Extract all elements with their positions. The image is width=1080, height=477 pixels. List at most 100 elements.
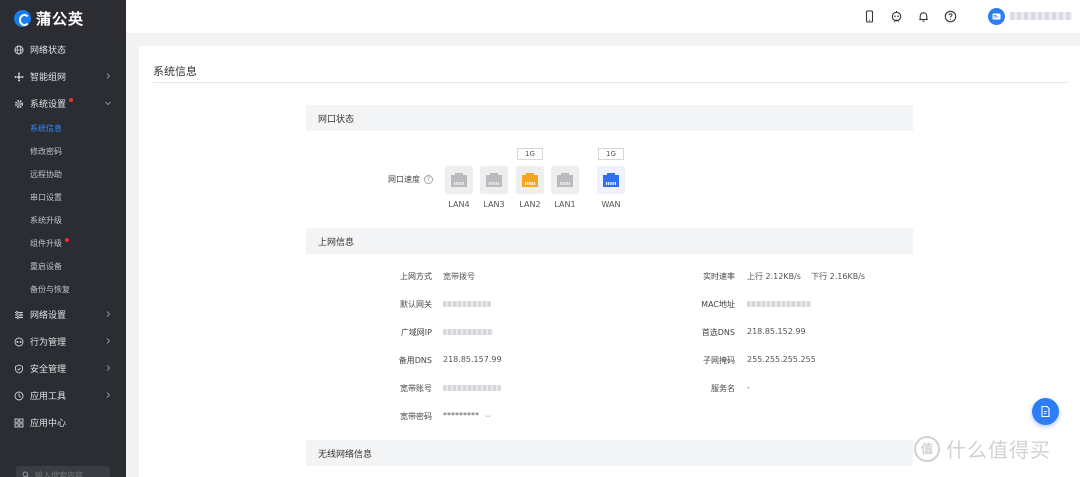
sidebar-item-network-settings[interactable]: 网络设置 bbox=[0, 301, 126, 328]
field-label-mac-address: MAC地址 bbox=[701, 300, 735, 309]
port-lan2[interactable] bbox=[516, 166, 544, 194]
field-value-primary-dns: 218.85.152.99 bbox=[747, 327, 806, 336]
sidebar-item-label: 行为管理 bbox=[30, 338, 67, 348]
port-name-lan4: LAN4 bbox=[448, 200, 470, 209]
sidebar-item-network-status[interactable]: 网络状态 bbox=[0, 36, 126, 63]
port-wan[interactable] bbox=[597, 166, 625, 194]
mobile-icon[interactable] bbox=[862, 9, 876, 23]
field-value-broadband-password: ********* •• bbox=[443, 411, 491, 420]
brand-name: 蒲公英 bbox=[36, 9, 85, 28]
title-divider bbox=[153, 82, 1067, 83]
chevron-down-icon bbox=[104, 99, 112, 107]
field-label-service-name: 服务名 bbox=[711, 384, 735, 393]
watermark-text: 什么值得买 bbox=[946, 438, 1051, 462]
sidebar-item-security-management[interactable]: 安全管理 bbox=[0, 355, 126, 382]
port-name-lan1: LAN1 bbox=[554, 200, 576, 209]
port-lan1[interactable] bbox=[551, 166, 579, 194]
shield-icon bbox=[14, 364, 24, 374]
field-value-connection-type: 宽带拨号 bbox=[443, 272, 475, 281]
sliders-icon bbox=[14, 310, 24, 320]
ethernet-port-icon bbox=[557, 173, 573, 187]
port-speed-badge-wan: 1G bbox=[598, 148, 624, 160]
field-value-mac-address bbox=[747, 299, 811, 308]
system-settings-submenu: 系统信息 修改密码 远程协助 串口设置 系统升级 组件升级 重启设备 备份与恢复 bbox=[0, 117, 126, 301]
bell-icon[interactable] bbox=[916, 9, 930, 23]
field-label-broadband-account: 宽带账号 bbox=[400, 384, 432, 393]
port-name-lan3: LAN3 bbox=[483, 200, 505, 209]
sidebar-item-label: 安全管理 bbox=[30, 365, 67, 375]
network-icon bbox=[14, 72, 24, 82]
help-circle-icon[interactable]: ? bbox=[424, 175, 433, 184]
masked-password: ********* bbox=[443, 411, 479, 420]
field-label-secondary-dns: 备用DNS bbox=[398, 356, 432, 365]
field-label-subnet-mask: 子网掩码 bbox=[703, 356, 735, 365]
redacted-value bbox=[747, 300, 811, 307]
sidebar-item-label: 网络设置 bbox=[30, 311, 67, 321]
top-bar bbox=[126, 0, 1080, 33]
robot-icon[interactable] bbox=[889, 9, 903, 23]
field-label-default-gateway: 默认网关 bbox=[400, 300, 432, 309]
sidebar-item-behavior-management[interactable]: 行为管理 bbox=[0, 328, 126, 355]
field-value-secondary-dns: 218.85.157.99 bbox=[443, 355, 502, 364]
ethernet-port-icon bbox=[451, 173, 467, 187]
field-value-subnet-mask: 255.255.255.255 bbox=[747, 355, 816, 364]
sidebar-search[interactable] bbox=[16, 466, 110, 477]
chevron-right-icon bbox=[104, 364, 112, 372]
port-lan3[interactable] bbox=[480, 166, 508, 194]
ethernet-port-active-icon bbox=[522, 173, 538, 187]
show-password-toggle[interactable]: •• bbox=[485, 414, 491, 420]
notification-dot bbox=[65, 237, 69, 242]
submenu-item-system-info[interactable]: 系统信息 bbox=[0, 117, 126, 140]
field-value-service-name: - bbox=[747, 383, 750, 392]
apps-grid-icon bbox=[14, 418, 24, 428]
submenu-item-serial-settings[interactable]: 串口设置 bbox=[0, 186, 126, 209]
notification-dot bbox=[69, 97, 74, 102]
submenu-item-backup-restore[interactable]: 备份与恢复 bbox=[0, 278, 126, 301]
brand-logo[interactable]: 蒲公英 bbox=[0, 0, 126, 36]
sidebar-item-app-center[interactable]: 应用中心 bbox=[0, 409, 126, 436]
submenu-item-change-password[interactable]: 修改密码 bbox=[0, 140, 126, 163]
sidebar-search-input[interactable] bbox=[35, 470, 105, 477]
port-speed-label-text: 网口速度 bbox=[388, 175, 420, 184]
submenu-item-system-upgrade[interactable]: 系统升级 bbox=[0, 209, 126, 232]
chevron-right-icon bbox=[104, 72, 112, 80]
field-value-broadband-account bbox=[443, 383, 501, 392]
chevron-right-icon bbox=[104, 310, 112, 318]
sidebar-item-smart-network[interactable]: 智能组网 bbox=[0, 63, 126, 90]
field-value-wan-ip bbox=[443, 327, 493, 336]
section-header-internet-info: 上网信息 bbox=[306, 228, 913, 254]
sidebar-item-label: 网络状态 bbox=[30, 46, 67, 56]
globe-icon bbox=[14, 45, 24, 55]
watermark: 值 什么值得买 bbox=[914, 434, 1051, 463]
submenu-item-label: 组件升级 bbox=[30, 239, 62, 248]
sidebar-item-app-tools[interactable]: 应用工具 bbox=[0, 382, 126, 409]
page-title: 系统信息 bbox=[153, 65, 197, 78]
gear-icon bbox=[14, 99, 24, 109]
section-header-wireless-info: 无线网络信息 bbox=[306, 440, 913, 466]
port-name-wan: WAN bbox=[601, 200, 621, 209]
port-name-lan2: LAN2 bbox=[519, 200, 541, 209]
redacted-value bbox=[443, 384, 501, 391]
help-icon[interactable] bbox=[943, 9, 957, 23]
submenu-item-component-upgrade[interactable]: 组件升级 bbox=[0, 232, 126, 255]
username-redacted[interactable] bbox=[1010, 12, 1072, 20]
sidebar-item-system-settings[interactable]: 系统设置 bbox=[0, 90, 126, 117]
submenu-item-remote-assist[interactable]: 远程协助 bbox=[0, 163, 126, 186]
field-value-realtime-rate: 上行 2.12KB/s 下行 2.16KB/s bbox=[747, 272, 866, 281]
field-label-broadband-password: 宽带密码 bbox=[400, 412, 432, 421]
field-label-connection-type: 上网方式 bbox=[400, 272, 432, 281]
sidebar-item-label: 应用工具 bbox=[30, 392, 67, 402]
main-panel: 系统信息 网口状态 网口速度 ? 1G 1G LAN4 LAN3 LAN2 LA… bbox=[139, 46, 1080, 477]
watermark-logo-icon: 值 bbox=[914, 435, 940, 462]
user-avatar[interactable] bbox=[988, 8, 1005, 25]
ethernet-port-active-icon bbox=[603, 173, 619, 187]
port-lan4[interactable] bbox=[445, 166, 473, 194]
ethernet-port-icon bbox=[486, 173, 502, 187]
port-speed-badge-lan2: 1G bbox=[517, 148, 543, 160]
chevron-right-icon bbox=[104, 391, 112, 399]
field-value-default-gateway bbox=[443, 299, 491, 308]
feedback-fab-button[interactable] bbox=[1032, 398, 1059, 425]
document-edit-icon bbox=[1041, 405, 1050, 418]
section-header-port-status: 网口状态 bbox=[306, 105, 913, 131]
submenu-item-reboot[interactable]: 重启设备 bbox=[0, 255, 126, 278]
